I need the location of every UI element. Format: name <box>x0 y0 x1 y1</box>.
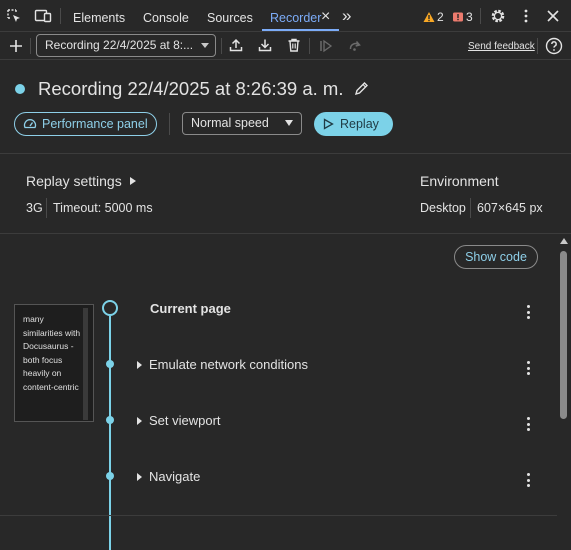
issues-badge[interactable]: 3 <box>452 9 473 25</box>
issue-icon <box>453 12 463 22</box>
step-navigate[interactable]: Navigate <box>137 469 200 484</box>
active-tab-indicator <box>262 29 339 31</box>
expand-triangle-icon <box>137 360 142 369</box>
tab-recorder[interactable]: Recorder <box>270 0 321 32</box>
performance-panel-button[interactable]: Performance panel <box>14 112 157 136</box>
environment-device: Desktop <box>420 201 466 215</box>
more-options-icon[interactable] <box>518 8 534 24</box>
import-download-icon[interactable] <box>257 37 273 53</box>
divider <box>480 8 481 24</box>
divider <box>309 38 310 54</box>
gauge-icon <box>23 119 37 129</box>
thumbnail-scrollbar <box>83 308 88 420</box>
page-screenshot-thumbnail: many similarities with Docusaurus - both… <box>14 304 94 422</box>
close-devtools-icon[interactable] <box>545 8 561 24</box>
divider <box>46 198 47 218</box>
step-menu-icon[interactable] <box>526 361 530 375</box>
step-menu-icon[interactable] <box>526 473 530 487</box>
recording-status-dot <box>15 84 25 94</box>
expand-triangle-icon <box>137 472 142 481</box>
current-page-title: Current page <box>150 301 231 316</box>
step-label: Navigate <box>149 469 201 484</box>
timeout-value: Timeout: 5000 ms <box>53 201 153 215</box>
play-icon <box>323 118 334 130</box>
step-play-icon <box>318 38 334 54</box>
step-label: Emulate network conditions <box>149 357 308 372</box>
recorder-toolbar: Recording 22/4/2025 at 8:... Send feedba… <box>0 32 571 60</box>
environment-viewport: 607×645 px <box>477 201 543 215</box>
thumbnail-text: many similarities with Docusaurus - both… <box>23 314 81 392</box>
recording-select[interactable]: Recording 22/4/2025 at 8:... <box>36 34 216 57</box>
section-divider <box>0 515 557 516</box>
divider <box>169 113 170 135</box>
performance-panel-label: Performance panel <box>42 117 148 131</box>
timeline-dot <box>106 360 114 368</box>
tab-console[interactable]: Console <box>143 0 189 32</box>
more-tabs-icon[interactable]: » <box>342 0 351 32</box>
divider <box>221 38 222 54</box>
expand-triangle-icon <box>137 416 142 425</box>
replay-speed-value: Normal speed <box>191 116 269 130</box>
expand-triangle-icon <box>129 177 136 185</box>
device-toolbar-icon[interactable] <box>34 8 52 24</box>
step-menu-icon[interactable] <box>526 417 530 431</box>
replay-speed-select[interactable]: Normal speed <box>182 112 302 135</box>
settings-gear-icon[interactable] <box>490 8 506 24</box>
inspect-element-icon[interactable] <box>6 8 22 24</box>
scrollbar-thumb[interactable] <box>560 251 567 419</box>
replay-settings-toggle[interactable]: Replay settings <box>26 173 136 189</box>
recording-title: Recording 22/4/2025 at 8:26:39 a. m. <box>38 78 344 99</box>
step-emulate-network[interactable]: Emulate network conditions <box>137 357 308 372</box>
chevron-down-icon <box>285 120 293 126</box>
divider <box>30 38 31 54</box>
divider <box>470 198 471 218</box>
step-menu-icon[interactable] <box>526 305 530 319</box>
devtools-tab-bar: Elements Console Sources Recorder × » 2 … <box>0 0 571 32</box>
show-code-button[interactable]: Show code <box>454 245 538 269</box>
scroll-up-arrow-icon[interactable] <box>560 238 568 244</box>
delete-trash-icon[interactable] <box>286 37 302 53</box>
issues-count: 3 <box>466 10 473 24</box>
timeline-start-circle <box>102 300 118 316</box>
close-tab-icon[interactable]: × <box>321 0 330 32</box>
section-divider <box>0 233 571 234</box>
chevron-down-icon <box>201 43 209 48</box>
timeline-dot <box>106 472 114 480</box>
send-feedback-link[interactable]: Send feedback <box>468 41 535 52</box>
step-label: Set viewport <box>149 413 221 428</box>
redo-icon <box>347 38 363 54</box>
create-recording-plus-icon[interactable] <box>8 38 24 54</box>
edit-title-pencil-icon[interactable] <box>354 81 369 96</box>
network-condition: 3G <box>26 201 43 215</box>
replay-label: Replay <box>340 117 379 131</box>
environment-title: Environment <box>420 173 499 189</box>
section-divider <box>0 153 571 154</box>
step-set-viewport[interactable]: Set viewport <box>137 413 221 428</box>
replay-settings-title: Replay settings <box>26 173 122 189</box>
help-icon[interactable] <box>545 37 563 55</box>
replay-button[interactable]: Replay <box>314 112 393 136</box>
timeline-dot <box>106 416 114 424</box>
tab-sources[interactable]: Sources <box>207 0 253 32</box>
tab-elements[interactable]: Elements <box>73 0 125 32</box>
steps-scrollbar[interactable] <box>557 235 571 550</box>
export-upload-icon[interactable] <box>228 37 244 53</box>
warnings-count: 2 <box>437 10 444 24</box>
divider <box>537 38 538 54</box>
recording-select-value: Recording 22/4/2025 at 8:... <box>45 38 194 52</box>
divider <box>60 8 61 24</box>
warnings-badge[interactable]: 2 <box>423 9 444 25</box>
warning-icon <box>423 12 435 22</box>
